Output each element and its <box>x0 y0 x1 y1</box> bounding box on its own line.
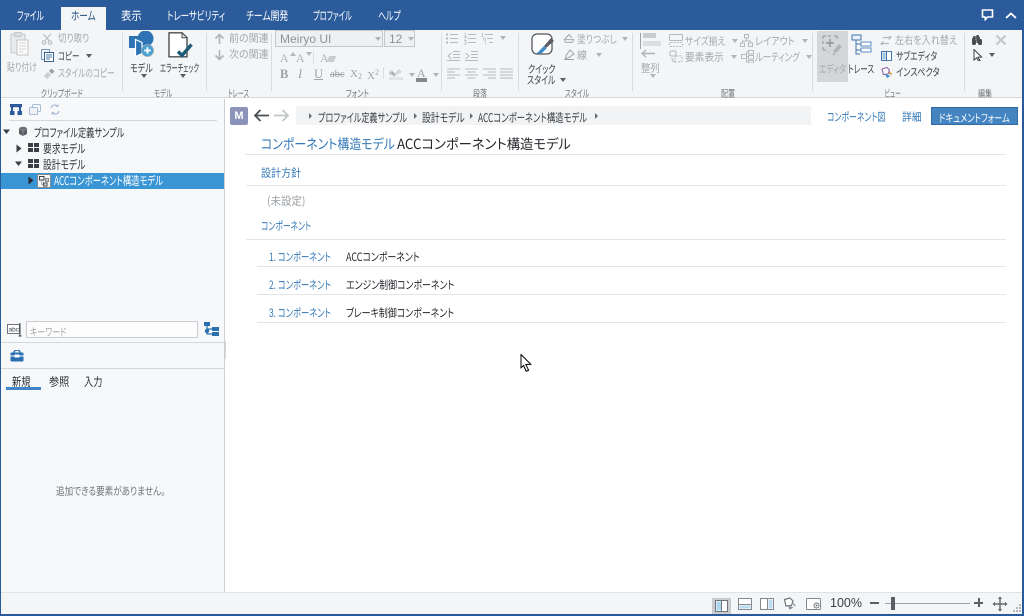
svg-text:abc: abc <box>8 327 19 334</box>
svg-text:3: 3 <box>464 41 467 46</box>
svg-text:i: i <box>485 41 486 46</box>
svg-text:a: a <box>389 68 394 77</box>
